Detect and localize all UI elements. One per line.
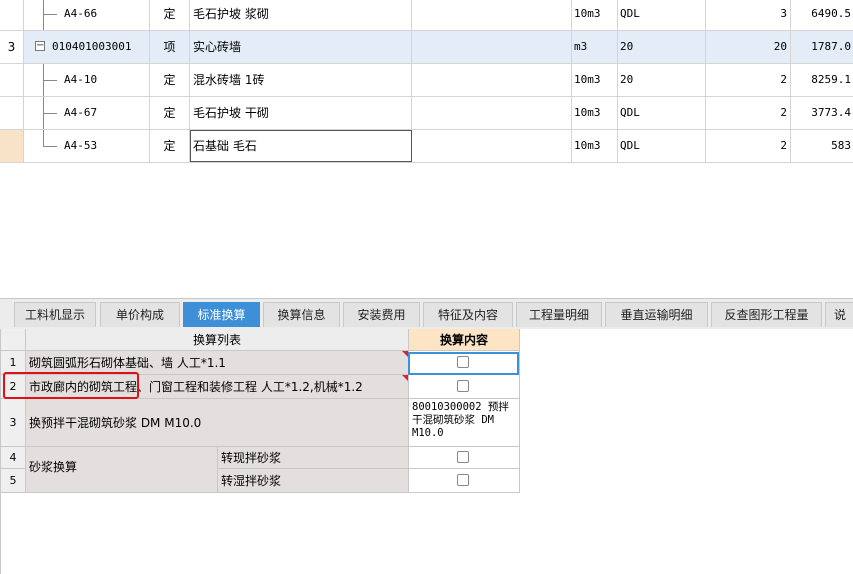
price-cell[interactable]: 6490.5 — [791, 0, 853, 30]
annotation-highlight — [3, 372, 139, 399]
tab-vertical-transport[interactable]: 垂直运输明细 — [605, 302, 708, 327]
conversion-checkbox-cell[interactable] — [409, 375, 520, 399]
row-number: 3 — [1, 399, 26, 447]
code-cell[interactable]: A4-66 — [24, 0, 150, 30]
unit-cell[interactable]: 10m3 — [572, 0, 618, 30]
qty-cell[interactable]: 3 — [706, 0, 791, 30]
unit-cell[interactable]: 10m3 — [572, 97, 618, 129]
row-number: 3 — [0, 31, 24, 63]
price-cell[interactable]: 8259.1 — [791, 64, 853, 96]
qty-cell[interactable]: 2 — [706, 97, 791, 129]
tab-installation-cost[interactable]: 安装费用 — [343, 302, 420, 327]
collapse-icon[interactable]: − — [35, 41, 45, 51]
spec-cell[interactable] — [412, 0, 572, 30]
tab-labor-material-machine[interactable]: 工料机显示 — [14, 302, 96, 327]
tab-features[interactable]: 特征及内容 — [423, 302, 513, 327]
name-cell[interactable]: 毛石护坡 浆砌 — [190, 0, 412, 30]
spec-cell[interactable] — [412, 31, 572, 63]
row-number: 4 — [1, 447, 26, 469]
qty-cell[interactable]: 2 — [706, 64, 791, 96]
price-cell[interactable]: 583 — [791, 130, 853, 162]
row-number — [0, 64, 24, 96]
focused-cell-outline — [408, 352, 519, 375]
cell-editor[interactable] — [190, 130, 412, 162]
checkbox[interactable] — [457, 380, 469, 392]
tab-description[interactable]: 说 — [825, 302, 853, 327]
price-cell[interactable]: 3773.4 — [791, 97, 853, 129]
qty-cell[interactable]: 20 — [706, 31, 791, 63]
table-row[interactable]: A4-66 定 毛石护坡 浆砌 10m3 QDL 3 6490.5 — [0, 0, 853, 31]
code-cell[interactable]: A4-10 — [24, 64, 150, 96]
checkbox[interactable] — [457, 474, 469, 486]
conversion-checkbox-cell[interactable] — [409, 447, 520, 469]
name-cell[interactable]: 实心砖墙 — [190, 31, 412, 63]
spec-cell[interactable] — [412, 64, 572, 96]
tab-standard-conversion[interactable]: 标准换算 — [183, 302, 260, 327]
table-row[interactable]: A4-10 定 混水砖墙 1砖 10m3 20 2 8259.1 — [0, 64, 853, 97]
detail-tabbar: 工料机显示 单价构成 标准换算 换算信息 安装费用 特征及内容 工程量明细 垂直… — [0, 298, 853, 329]
type-cell[interactable]: 定 — [150, 64, 190, 96]
type-cell[interactable]: 定 — [150, 0, 190, 30]
name-cell[interactable]: 毛石护坡 干砌 — [190, 97, 412, 129]
conversion-content-text[interactable]: 80010300002 预拌干混砌筑砂浆 DM M10.0 — [409, 399, 520, 447]
conversion-item[interactable]: 换预拌干混砌筑砂浆 DM M10.0 — [26, 399, 409, 447]
name-cell[interactable]: 混水砖墙 1砖 — [190, 64, 412, 96]
unit-cell[interactable]: 10m3 — [572, 64, 618, 96]
top-grid: A4-66 定 毛石护坡 浆砌 10m3 QDL 3 6490.5 3 − 01… — [0, 0, 853, 163]
table-row[interactable]: 3 − 010401003001 项 实心砖墙 m3 20 20 1787.0 — [0, 31, 853, 64]
code-cell[interactable]: − 010401003001 — [24, 31, 150, 63]
conversion-item[interactable]: 转湿拌砂浆 — [218, 469, 409, 493]
type-cell[interactable]: 定 — [150, 97, 190, 129]
table-row[interactable]: A4-67 定 毛石护坡 干砌 10m3 QDL 2 3773.4 — [0, 97, 853, 130]
tab-unit-price[interactable]: 单价构成 — [100, 302, 180, 327]
expr-cell[interactable]: QDL — [618, 97, 706, 129]
type-cell[interactable]: 定 — [150, 130, 190, 162]
spec-cell[interactable] — [412, 130, 572, 162]
unit-cell[interactable]: m3 — [572, 31, 618, 63]
expr-cell[interactable]: QDL — [618, 0, 706, 30]
spec-cell[interactable] — [412, 97, 572, 129]
row-number — [0, 97, 24, 129]
row-number: 5 — [1, 469, 26, 493]
conversion-checkbox-cell[interactable] — [409, 469, 520, 493]
group-mortar-conversion: 砂浆换算 — [26, 447, 218, 493]
row-number — [0, 0, 24, 30]
tab-reverse-lookup[interactable]: 反查图形工程量 — [711, 302, 822, 327]
row-number — [0, 130, 24, 162]
conversion-item[interactable]: 转现拌砂浆 — [218, 447, 409, 469]
expr-cell[interactable]: 20 — [618, 64, 706, 96]
code-cell[interactable]: A4-53 — [24, 130, 150, 162]
header-conversion-content: 换算内容 — [409, 329, 520, 351]
tab-quantity-detail[interactable]: 工程量明细 — [516, 302, 602, 327]
price-cell[interactable]: 1787.0 — [791, 31, 853, 63]
code-cell[interactable]: A4-67 — [24, 97, 150, 129]
tab-conversion-info[interactable]: 换算信息 — [263, 302, 340, 327]
table-row[interactable]: A4-53 定 石基础 毛石 10m3 QDL 2 583 — [0, 130, 853, 163]
expr-cell[interactable]: 20 — [618, 31, 706, 63]
unit-cell[interactable]: 10m3 — [572, 130, 618, 162]
type-cell[interactable]: 项 — [150, 31, 190, 63]
checkbox[interactable] — [457, 451, 469, 463]
qty-cell[interactable]: 2 — [706, 130, 791, 162]
expr-cell[interactable]: QDL — [618, 130, 706, 162]
header-conversion-list: 换算列表 — [26, 329, 409, 351]
